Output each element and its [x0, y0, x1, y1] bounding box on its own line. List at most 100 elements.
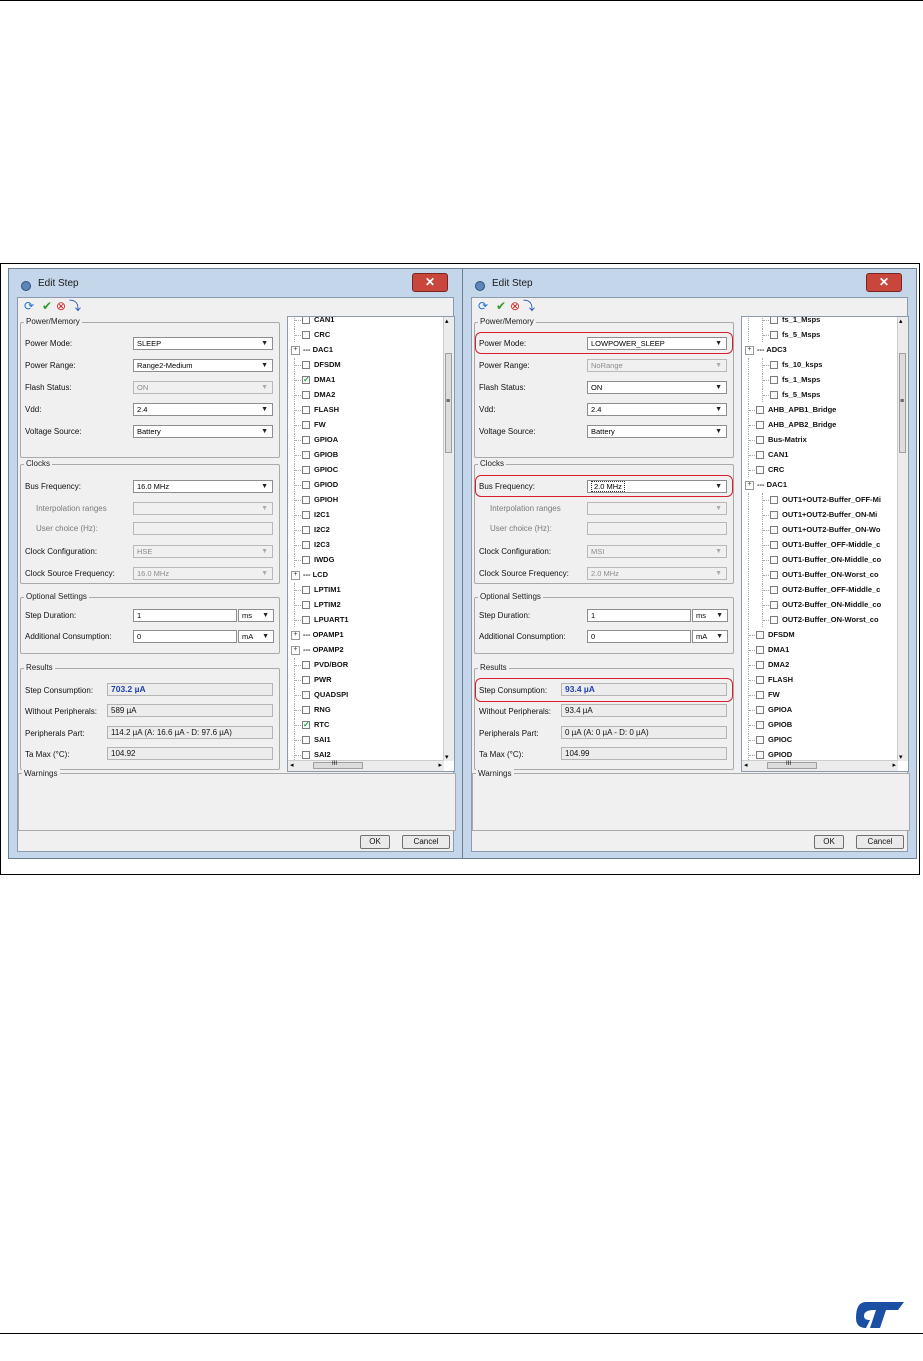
tree-item[interactable]: QUADSPI — [288, 688, 438, 702]
tree-item[interactable]: FW — [288, 418, 438, 432]
scroll-up-arrow[interactable]: ▴ — [445, 317, 449, 325]
checkbox[interactable] — [302, 706, 310, 714]
tree-item[interactable]: FLASH — [742, 673, 892, 687]
checkbox[interactable] — [756, 736, 764, 744]
scroll-down-arrow[interactable]: ▾ — [445, 753, 449, 761]
expand-icon[interactable]: + — [291, 346, 300, 355]
tree-item[interactable]: GPIOC — [288, 463, 438, 477]
checkbox[interactable] — [302, 691, 310, 699]
checkbox[interactable] — [756, 646, 764, 654]
checkbox[interactable] — [302, 436, 310, 444]
voltage-source-select[interactable]: Battery ▼ — [133, 425, 273, 438]
redo-icon[interactable]: ⤵ — [68, 299, 82, 313]
expand-icon[interactable]: + — [291, 646, 300, 655]
vertical-scrollbar[interactable]: ▴ ≡ ▾ — [897, 317, 908, 761]
cancel-button[interactable]: Cancel — [856, 835, 904, 849]
checkbox[interactable] — [302, 331, 310, 339]
additional-consumption-input[interactable]: 0 — [587, 630, 691, 643]
tree-item[interactable]: LPTIM2 — [288, 598, 438, 612]
cancel-button[interactable]: Cancel — [402, 835, 450, 849]
checkbox-checked[interactable]: ✓ — [302, 721, 310, 729]
checkbox[interactable] — [302, 496, 310, 504]
additional-consumption-input[interactable]: 0 — [133, 630, 237, 643]
step-duration-unit-select[interactable]: ms ▼ — [692, 609, 728, 622]
tree-item[interactable]: fs_5_Msps — [742, 328, 892, 342]
tree-item[interactable]: FLASH — [288, 403, 438, 417]
checkbox[interactable] — [770, 556, 778, 564]
tree-item[interactable]: OUT1-Buffer_ON-Middle_co — [742, 553, 892, 567]
checkbox[interactable] — [302, 676, 310, 684]
tree-item[interactable]: PWR — [288, 673, 438, 687]
tree-item[interactable]: AHB_APB1_Bridge — [742, 403, 892, 417]
checkbox[interactable] — [756, 436, 764, 444]
expand-icon[interactable]: + — [291, 631, 300, 640]
peripheral-tree[interactable]: SAI2 SAI1 ✓ RTC RNG QUADSPI PWR PVD/BOR + --- OPA… — [287, 316, 455, 772]
cancel-icon[interactable]: ⊗ — [508, 299, 522, 313]
tree-item[interactable]: OUT1-Buffer_OFF-Middle_c — [742, 538, 892, 552]
bus-frequency-select[interactable]: 16.0 MHz ▼ — [133, 480, 273, 493]
checkbox[interactable] — [302, 406, 310, 414]
tree-item[interactable]: SAI1 — [288, 733, 438, 747]
tree-item[interactable]: OUT2-Buffer_ON-Middle_co — [742, 598, 892, 612]
close-button[interactable]: ✕ — [412, 273, 448, 292]
checkbox[interactable] — [302, 601, 310, 609]
scroll-down-arrow[interactable]: ▾ — [899, 753, 903, 761]
tree-item[interactable]: ✓ RTC — [288, 718, 438, 732]
checkbox[interactable] — [770, 361, 778, 369]
tree-item[interactable]: DFSDM — [288, 358, 438, 372]
checkbox[interactable] — [756, 451, 764, 459]
checkbox[interactable] — [302, 556, 310, 564]
peripheral-tree[interactable]: GPIOD GPIOC GPIOB GPIOA FW FLASH DMA2 DMA1 DFSDM… — [741, 316, 909, 772]
checkbox[interactable] — [770, 376, 778, 384]
scroll-up-arrow[interactable]: ▴ — [899, 317, 903, 325]
tree-item[interactable]: CRC — [742, 463, 892, 477]
checkbox[interactable] — [770, 331, 778, 339]
checkbox[interactable] — [770, 586, 778, 594]
refresh-icon[interactable]: ⟳ — [22, 299, 36, 313]
horizontal-scrollbar[interactable]: ◂ III ▸ — [742, 760, 898, 771]
ok-button[interactable]: OK — [814, 835, 844, 849]
checkbox[interactable] — [302, 661, 310, 669]
checkbox[interactable] — [770, 391, 778, 399]
checkbox[interactable] — [302, 616, 310, 624]
checkbox[interactable] — [302, 391, 310, 399]
tree-item[interactable]: DMA2 — [742, 658, 892, 672]
tree-item[interactable]: AHB_APB2_Bridge — [742, 418, 892, 432]
tree-group-node[interactable]: + --- DAC1 — [288, 343, 438, 357]
tree-item[interactable]: I2C2 — [288, 523, 438, 537]
tree-group-node[interactable]: + --- OPAMP1 — [288, 628, 438, 642]
tree-item[interactable]: GPIOB — [288, 448, 438, 462]
tree-item[interactable]: DMA2 — [288, 388, 438, 402]
tree-group-node[interactable]: + --- LCD — [288, 568, 438, 582]
tree-item[interactable]: fs_5_Msps — [742, 388, 892, 402]
tree-item[interactable]: GPIOA — [288, 433, 438, 447]
close-button[interactable]: ✕ — [866, 273, 902, 292]
checkbox[interactable] — [770, 496, 778, 504]
tree-group-node[interactable]: + --- ADC3 — [742, 343, 892, 357]
checkbox[interactable] — [770, 317, 778, 324]
checkbox[interactable] — [302, 586, 310, 594]
cancel-icon[interactable]: ⊗ — [54, 299, 68, 313]
tree-item[interactable]: GPIOD — [288, 478, 438, 492]
checkbox[interactable] — [302, 751, 310, 759]
checkbox[interactable] — [302, 481, 310, 489]
tree-item[interactable]: OUT1+OUT2-Buffer_ON-Wo — [742, 523, 892, 537]
title-bar[interactable]: Edit Step ✕ — [463, 269, 916, 299]
voltage-source-select[interactable]: Battery ▼ — [587, 425, 727, 438]
tree-item[interactable]: GPIOB — [742, 718, 892, 732]
title-bar[interactable]: Edit Step ✕ — [9, 269, 462, 299]
vertical-scrollbar[interactable]: ▴ ≡ ▾ — [443, 317, 454, 761]
additional-consumption-unit-select[interactable]: mA ▼ — [238, 630, 274, 643]
tree-item[interactable]: ✓ DMA1 — [288, 373, 438, 387]
tree-item[interactable]: fs_10_ksps — [742, 358, 892, 372]
checkbox[interactable] — [756, 721, 764, 729]
tree-item[interactable]: OUT1+OUT2-Buffer_OFF-Mi — [742, 493, 892, 507]
scroll-left-arrow[interactable]: ◂ — [290, 761, 294, 769]
checkbox[interactable] — [302, 526, 310, 534]
check-icon[interactable]: ✔ — [40, 299, 54, 313]
tree-item[interactable]: OUT1-Buffer_ON-Worst_co — [742, 568, 892, 582]
step-duration-input[interactable]: 1 — [587, 609, 691, 622]
scroll-left-arrow[interactable]: ◂ — [744, 761, 748, 769]
refresh-icon[interactable]: ⟳ — [476, 299, 490, 313]
ok-button[interactable]: OK — [360, 835, 390, 849]
